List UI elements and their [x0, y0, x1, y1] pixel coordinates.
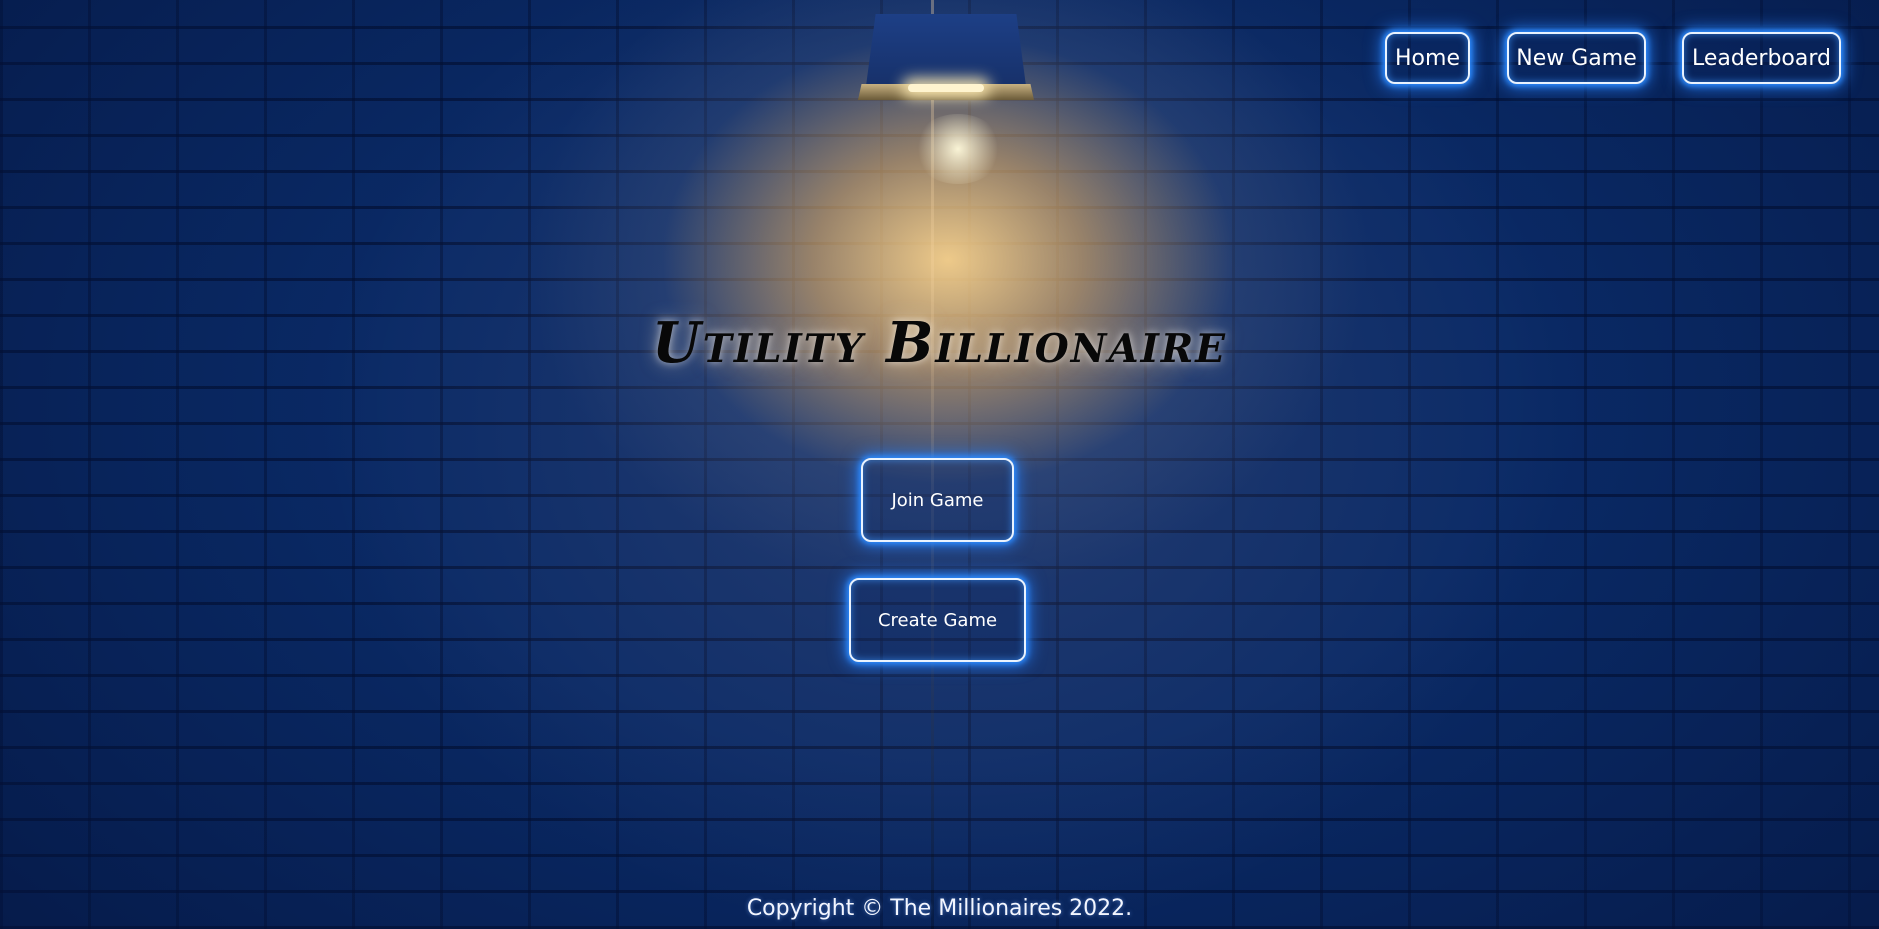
- nav-leaderboard-button[interactable]: Leaderboard: [1682, 32, 1841, 84]
- nav-new-game-button[interactable]: New Game: [1507, 32, 1646, 84]
- join-game-button[interactable]: Join Game: [861, 458, 1014, 542]
- lamp-housing: [866, 14, 1026, 86]
- page-title: Utility Billionaire: [651, 310, 1228, 376]
- lamp-glow: [913, 114, 1003, 184]
- nav-home-button[interactable]: Home: [1385, 32, 1470, 84]
- lamp-bulb: [908, 84, 984, 92]
- page-background: Home New Game Leaderboard Utility Billio…: [0, 0, 1879, 929]
- create-game-button[interactable]: Create Game: [849, 578, 1026, 662]
- footer-copyright: Copyright © The Millionaires 2022.: [746, 896, 1133, 921]
- wall-lamp-icon: [858, 14, 1034, 184]
